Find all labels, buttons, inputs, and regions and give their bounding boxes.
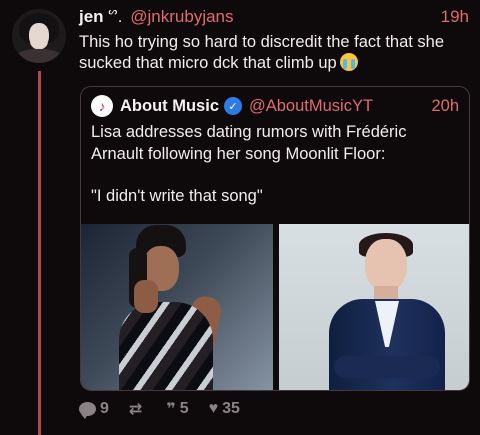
music-note-icon[interactable]: ♪	[91, 95, 113, 117]
repost-icon: ⇄	[128, 401, 143, 418]
photo-woman-hand	[134, 280, 158, 313]
quote-count: 5	[179, 400, 189, 417]
photo-man-arms	[334, 356, 440, 378]
photo-woman-body	[119, 302, 213, 390]
author-avatar[interactable]	[12, 9, 66, 63]
reply-button[interactable]: 9	[79, 400, 109, 419]
reply-count: 9	[100, 400, 109, 417]
repost-button[interactable]: ⇄	[129, 399, 146, 419]
verified-badge-icon: ✓	[224, 97, 242, 115]
post-time[interactable]: 19h	[441, 7, 469, 27]
post-text-body: This ho trying so hard to discredit the …	[79, 33, 445, 72]
quote-author-handle[interactable]: @AboutMusicYT	[249, 97, 373, 116]
author-handle[interactable]: @jnkrubyjans	[130, 7, 233, 27]
post-card: jen ᔥ. @jnkrubyjans 19h This ho trying s…	[0, 0, 480, 435]
quote-header: ♪ About Music ✓ @AboutMusicYT 20h	[91, 95, 459, 117]
action-bar: 9 ⇄ ❞ 5 ♥ 35	[79, 398, 339, 420]
quote-text-gap	[91, 165, 461, 186]
photo-man-head	[365, 239, 407, 291]
photo-woman[interactable]	[81, 224, 273, 390]
quote-text-line-1: Lisa addresses dating rumors with Frédér…	[91, 123, 407, 163]
photo-man[interactable]	[279, 224, 469, 390]
reply-icon	[79, 402, 96, 419]
quote-text: Lisa addresses dating rumors with Frédér…	[91, 122, 461, 208]
quote-post[interactable]: ♪ About Music ✓ @AboutMusicYT 20h Lisa a…	[80, 86, 470, 391]
quote-author-display-name[interactable]: About Music	[120, 97, 219, 116]
like-count: 35	[222, 400, 240, 417]
like-button[interactable]: ♥ 35	[209, 400, 240, 418]
quote-time[interactable]: 20h	[431, 97, 459, 116]
crying-face-icon	[339, 52, 358, 71]
avatar-body	[15, 49, 63, 63]
author-display-name[interactable]: jen	[79, 7, 104, 27]
post-header: jen ᔥ. @jnkrubyjans 19h	[79, 6, 469, 28]
author-name-emoji: ᔥ.	[107, 9, 123, 26]
thread-line	[38, 71, 41, 435]
post-text: This ho trying so hard to discredit the …	[79, 32, 469, 73]
avatar-face	[29, 23, 49, 48]
media-grid	[81, 224, 469, 390]
quote-button[interactable]: ❞ 5	[166, 399, 188, 419]
quote-text-line-2: "I didn't write that song"	[91, 187, 263, 205]
quote-icon: ❞	[166, 401, 176, 418]
music-note-glyph: ♪	[98, 98, 106, 114]
heart-icon: ♥	[208, 400, 219, 417]
